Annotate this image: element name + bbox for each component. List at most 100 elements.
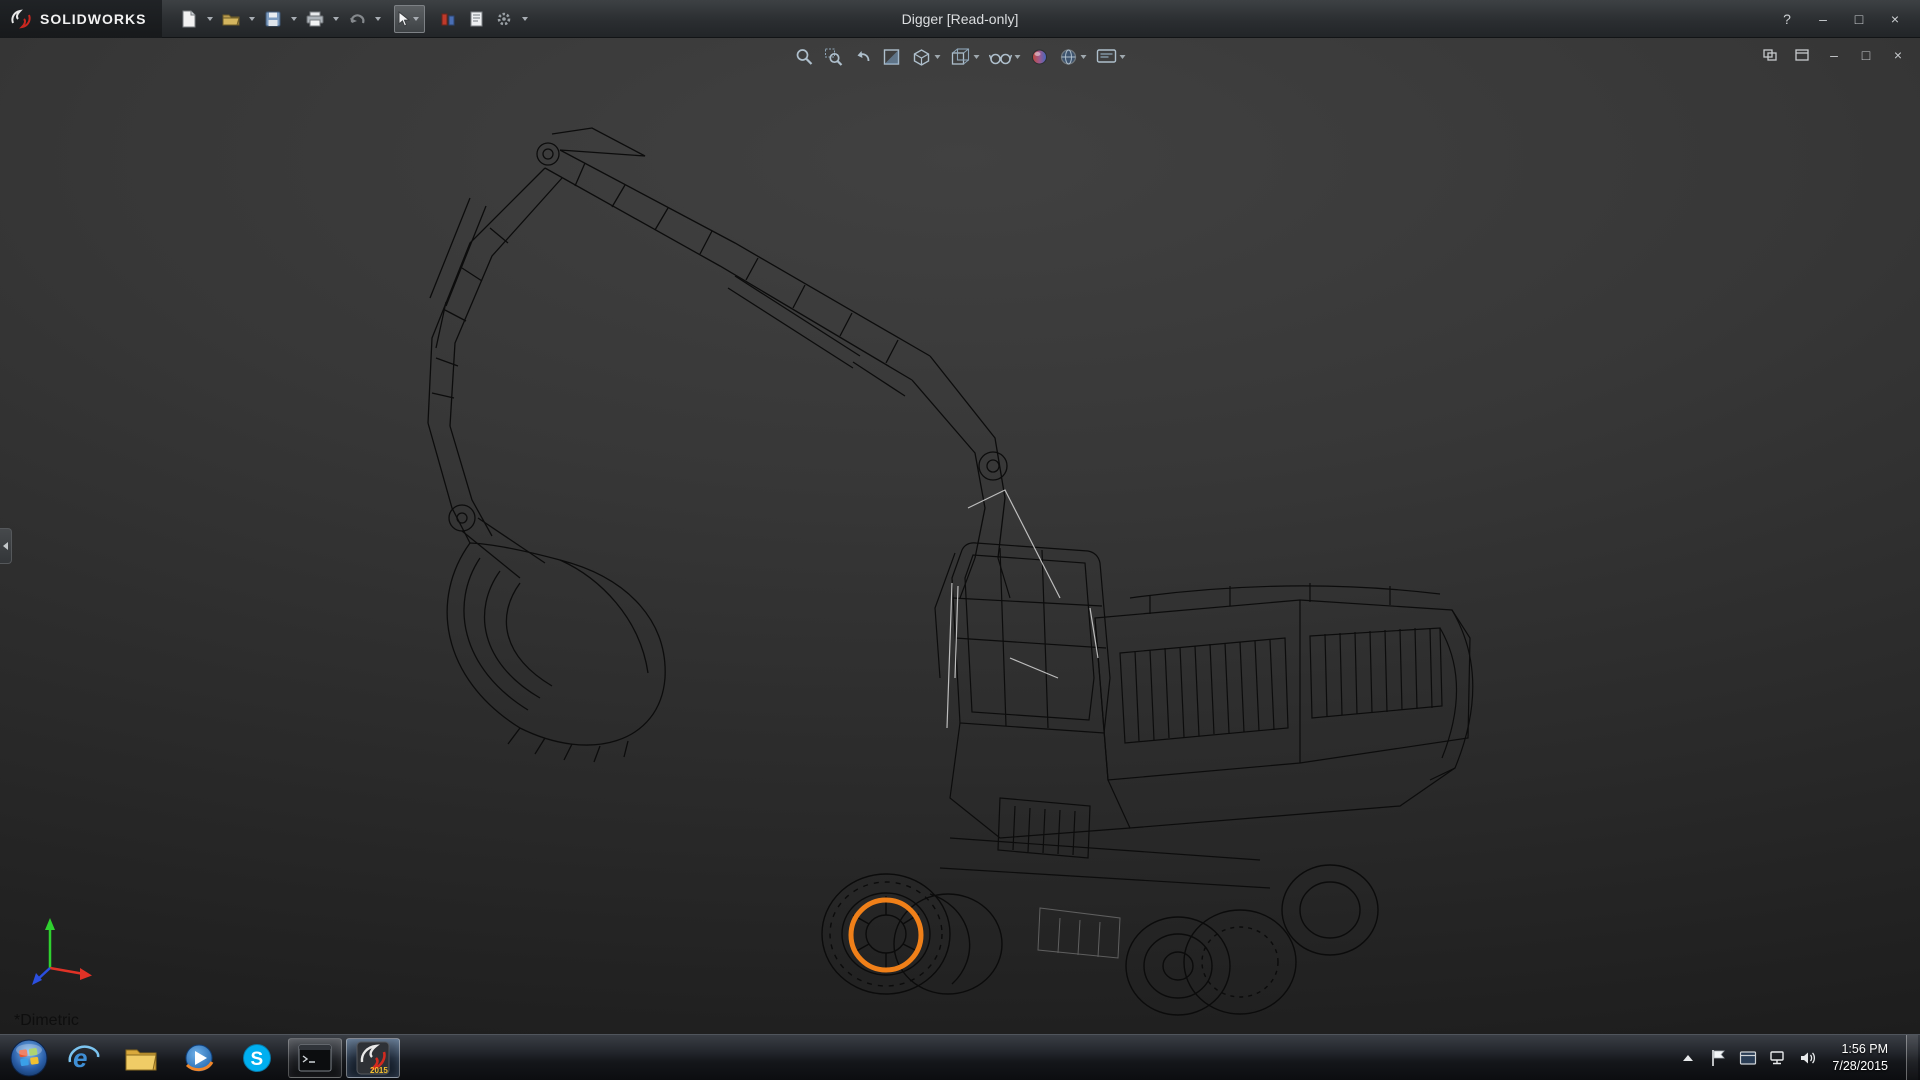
select-dropdown-arrow[interactable]	[413, 17, 419, 21]
options-dropdown-arrow[interactable]	[522, 17, 528, 21]
start-button[interactable]	[4, 1036, 54, 1080]
select-cursor-icon	[397, 11, 410, 27]
skype-icon: S	[240, 1041, 274, 1075]
close-button[interactable]: ×	[1884, 9, 1906, 29]
windows-taskbar: e	[0, 1034, 1920, 1080]
undo-button[interactable]	[344, 5, 370, 33]
minimize-button[interactable]: –	[1812, 9, 1834, 29]
restore-pane-button[interactable]	[1792, 46, 1812, 64]
clock-date: 7/28/2015	[1832, 1058, 1888, 1075]
edit-appearance-button[interactable]	[1027, 44, 1053, 70]
view-orientation-dropdown-arrow[interactable]	[935, 55, 941, 59]
tray-show-hidden-icons-button[interactable]	[1678, 1048, 1698, 1068]
action-center-button[interactable]	[1708, 1048, 1728, 1068]
volume-button[interactable]	[1798, 1048, 1818, 1068]
new-document-icon	[181, 10, 197, 28]
file-properties-button[interactable]	[463, 5, 489, 33]
document-window-controls: – □ ×	[1760, 46, 1908, 64]
section-view-button[interactable]	[879, 44, 905, 70]
print-icon	[306, 11, 324, 27]
view-settings-icon	[1096, 47, 1118, 67]
save-button[interactable]	[260, 5, 286, 33]
taskbar-internet-explorer[interactable]: e	[56, 1038, 110, 1078]
folder-icon	[124, 1044, 158, 1072]
taskbar-skype[interactable]: S	[230, 1038, 284, 1078]
network-icon	[1769, 1050, 1787, 1066]
3d-viewport[interactable]: – □ ×	[0, 38, 1920, 1034]
doc-restore-button[interactable]: □	[1856, 46, 1876, 64]
open-dropdown-arrow[interactable]	[249, 17, 255, 21]
save-floppy-icon	[265, 11, 281, 27]
taskbar-windows-explorer[interactable]	[114, 1038, 168, 1078]
media-player-icon	[182, 1041, 216, 1075]
display-style-button[interactable]	[947, 44, 983, 70]
view-orientation-button[interactable]	[908, 44, 944, 70]
tray-app-window-button[interactable]	[1738, 1048, 1758, 1068]
hide-show-glasses-icon	[989, 47, 1013, 67]
view-settings-button[interactable]	[1093, 44, 1129, 70]
show-desktop-button[interactable]	[1906, 1035, 1918, 1080]
orientation-triad	[28, 910, 100, 990]
restore-pane-icon	[1795, 49, 1809, 61]
system-tray: 1:56 PM 7/28/2015	[1678, 1035, 1920, 1080]
zoom-to-area-button[interactable]	[821, 44, 847, 70]
open-button[interactable]	[218, 5, 244, 33]
apply-scene-globe-icon	[1059, 47, 1079, 67]
edit-appearance-ball-icon	[1030, 47, 1050, 67]
previous-view-button[interactable]	[850, 44, 876, 70]
display-style-dropdown-arrow[interactable]	[974, 55, 980, 59]
maximize-button[interactable]: □	[1848, 9, 1870, 29]
clock-time: 1:56 PM	[1832, 1041, 1888, 1058]
taskbar-command-window[interactable]	[288, 1038, 342, 1078]
save-dropdown-arrow[interactable]	[291, 17, 297, 21]
solidworks-year-badge: 2015	[370, 1066, 388, 1075]
apply-scene-button[interactable]	[1056, 44, 1090, 70]
heads-up-view-toolbar	[792, 44, 1129, 70]
new-dropdown-arrow[interactable]	[207, 17, 213, 21]
previous-view-icon	[853, 47, 873, 67]
app-titlebar: SOLIDWORKS	[0, 0, 1920, 38]
options-gear-icon	[496, 11, 512, 27]
network-status-button[interactable]	[1768, 1048, 1788, 1068]
speaker-icon	[1799, 1050, 1817, 1066]
print-dropdown-arrow[interactable]	[333, 17, 339, 21]
tile-window-icon	[1763, 49, 1777, 61]
doc-close-button[interactable]: ×	[1888, 46, 1908, 64]
view-orientation-cube-icon	[911, 47, 933, 67]
doc-minimize-button[interactable]: –	[1824, 46, 1844, 64]
undo-icon	[348, 11, 366, 27]
expand-panel-arrow-icon	[3, 542, 8, 550]
taskbar-media-player[interactable]	[172, 1038, 226, 1078]
display-style-icon	[950, 47, 972, 67]
taskbar-clock[interactable]: 1:56 PM 7/28/2015	[1828, 1041, 1896, 1075]
skype-glyph: S	[251, 1049, 264, 1070]
command-window-icon	[298, 1044, 332, 1072]
zoom-to-fit-button[interactable]	[792, 44, 818, 70]
add-ins-button[interactable]	[435, 5, 461, 33]
apply-scene-dropdown-arrow[interactable]	[1081, 55, 1087, 59]
solidworks-logo-icon	[10, 8, 32, 30]
chevron-up-icon	[1683, 1055, 1693, 1061]
windows-start-orb-icon	[9, 1038, 49, 1078]
open-folder-icon	[222, 11, 240, 27]
solidworks-logo: SOLIDWORKS	[0, 0, 162, 38]
hide-show-items-button[interactable]	[986, 44, 1024, 70]
feature-manager-collapsed-tab[interactable]	[0, 528, 12, 564]
help-button[interactable]: ?	[1776, 9, 1798, 29]
options-button[interactable]	[491, 5, 517, 33]
undo-dropdown-arrow[interactable]	[375, 17, 381, 21]
tile-window-button[interactable]	[1760, 46, 1780, 64]
add-ins-icon	[440, 11, 456, 27]
select-tool-button[interactable]	[394, 5, 425, 33]
standard-toolbar	[176, 5, 531, 33]
hide-show-dropdown-arrow[interactable]	[1015, 55, 1021, 59]
view-settings-dropdown-arrow[interactable]	[1120, 55, 1126, 59]
window-controls: ? – □ ×	[1776, 9, 1920, 29]
action-center-flag-icon	[1710, 1049, 1726, 1067]
new-document-button[interactable]	[176, 5, 202, 33]
solidworks-logo-text: SOLIDWORKS	[40, 11, 146, 27]
tray-app-window-icon	[1739, 1050, 1757, 1066]
taskbar-solidworks[interactable]: 2015	[346, 1038, 400, 1078]
view-orientation-label: *Dimetric	[14, 1012, 79, 1030]
print-button[interactable]	[302, 5, 328, 33]
